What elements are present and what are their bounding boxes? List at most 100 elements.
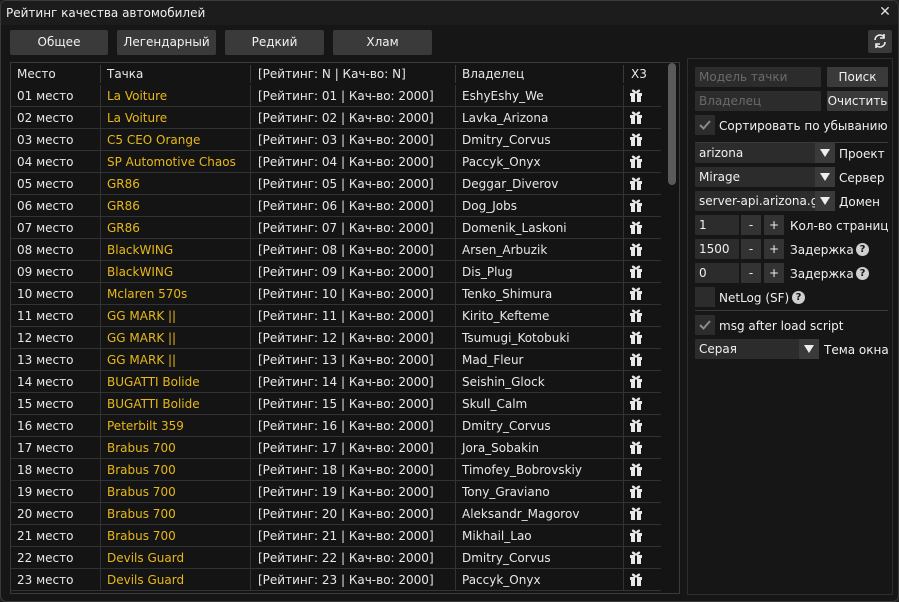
sort-desc-checkbox[interactable] — [695, 115, 715, 135]
table-row[interactable]: 07 место GR86 [Рейтинг: 07 | Кач-во: 2000]… — [11, 217, 661, 239]
gift-icon[interactable] — [628, 197, 646, 215]
car-model-input[interactable]: Модель тачки — [695, 67, 821, 87]
car-cell: BlackWING — [107, 243, 174, 257]
domain-select[interactable]: server-api.arizona.games — [695, 191, 821, 211]
gift-icon[interactable] — [628, 109, 646, 127]
gift-icon[interactable] — [628, 395, 646, 413]
close-icon[interactable]: ✕ — [878, 4, 892, 20]
gift-icon[interactable] — [628, 285, 646, 303]
gift-icon[interactable] — [628, 439, 646, 457]
theme-dropdown[interactable] — [799, 339, 819, 359]
delay2-plus-button[interactable]: + — [764, 263, 784, 283]
delay1-minus-button[interactable]: - — [741, 239, 761, 259]
owner-input[interactable]: Владелец — [695, 91, 821, 111]
server-dropdown[interactable] — [815, 167, 835, 187]
domain-dropdown[interactable] — [815, 191, 835, 211]
table-row[interactable]: 12 место GG MARK || [Рейтинг: 12 | Кач-во:… — [11, 327, 661, 349]
rating-cell: [Рейтинг: 07 | Кач-во: 2000] — [258, 221, 434, 235]
tab-legendary[interactable]: Легендарный — [117, 30, 216, 55]
table-scrollbar[interactable] — [668, 63, 676, 591]
table-row[interactable]: 23 место Devils Guard [Рейтинг: 23 | Кач-в… — [11, 569, 661, 591]
search-button[interactable]: Поиск — [827, 67, 888, 87]
gift-icon[interactable] — [628, 219, 646, 237]
place-cell: 21 место — [17, 529, 74, 543]
gift-icon[interactable] — [628, 505, 646, 523]
table-row[interactable]: 02 место La Voiture [Рейтинг: 02 | Кач-во:… — [11, 107, 661, 129]
pages-label: Кол-во страниц — [790, 219, 889, 233]
gift-icon[interactable] — [628, 241, 646, 259]
owner-cell: Timofey_Bobrovskiy — [462, 463, 582, 477]
netlog-checkbox[interactable] — [695, 287, 715, 307]
gift-icon[interactable] — [628, 329, 646, 347]
delay2-input[interactable]: 0 — [695, 263, 739, 283]
table-row[interactable]: 18 место Brabus 700 [Рейтинг: 18 | Кач-во:… — [11, 459, 661, 481]
msg-after-load-label: msg after load script — [719, 319, 844, 333]
gift-icon[interactable] — [628, 417, 646, 435]
table-row[interactable]: 01 место La Voiture [Рейтинг: 01 | Кач-во:… — [11, 85, 661, 107]
table-row[interactable]: 15 место BUGATTI Bolide [Рейтинг: 15 | Кач… — [11, 393, 661, 415]
table-row[interactable]: 08 место BlackWING [Рейтинг: 08 | Кач-во: … — [11, 239, 661, 261]
refresh-button[interactable] — [868, 30, 892, 53]
tab-junk[interactable]: Хлам — [333, 30, 432, 55]
table-row[interactable]: 16 место Peterbilt 359 [Рейтинг: 16 | Кач-… — [11, 415, 661, 437]
table-row[interactable]: 05 место GR86 [Рейтинг: 05 | Кач-во: 2000]… — [11, 173, 661, 195]
rating-cell: [Рейтинг: 01 | Кач-во: 2000] — [258, 89, 434, 103]
table-row[interactable]: 06 место GR86 [Рейтинг: 06 | Кач-во: 2000]… — [11, 195, 661, 217]
place-cell: 01 место — [17, 89, 74, 103]
table-row[interactable]: 17 место Brabus 700 [Рейтинг: 17 | Кач-во:… — [11, 437, 661, 459]
table-row[interactable]: 03 место C5 CEO Orange [Рейтинг: 03 | Кач-… — [11, 129, 661, 151]
theme-select[interactable]: Серая — [695, 339, 815, 359]
help-icon[interactable]: ? — [856, 267, 869, 280]
rating-cell: [Рейтинг: 09 | Кач-во: 2000] — [258, 265, 434, 279]
delay2-minus-button[interactable]: - — [741, 263, 761, 283]
header-x3: Х3 — [631, 67, 647, 81]
place-cell: 07 место — [17, 221, 74, 235]
gift-icon[interactable] — [628, 131, 646, 149]
tab-general[interactable]: Общее — [10, 30, 108, 55]
table-row[interactable]: 21 место Brabus 700 [Рейтинг: 21 | Кач-во:… — [11, 525, 661, 547]
table-row[interactable]: 20 место Brabus 700 [Рейтинг: 20 | Кач-во:… — [11, 503, 661, 525]
table-header: Место Тачка [Рейтинг: N | Кач-во: N] Вла… — [11, 63, 661, 85]
place-cell: 10 место — [17, 287, 74, 301]
server-select[interactable]: Mirage — [695, 167, 835, 187]
msg-after-load-checkbox[interactable] — [695, 315, 715, 335]
table-row[interactable]: 19 место Brabus 700 [Рейтинг: 19 | Кач-во:… — [11, 481, 661, 503]
help-icon[interactable]: ? — [856, 243, 869, 256]
table-row[interactable]: 11 место GG MARK || [Рейтинг: 11 | Кач-во:… — [11, 305, 661, 327]
gift-icon[interactable] — [628, 307, 646, 325]
gift-icon[interactable] — [628, 373, 646, 391]
delay1-input[interactable]: 1500 — [695, 239, 739, 259]
table-row[interactable]: 13 место GG MARK || [Рейтинг: 13 | Кач-во:… — [11, 349, 661, 371]
tab-rare[interactable]: Редкий — [225, 30, 324, 55]
gift-icon[interactable] — [628, 175, 646, 193]
table-row[interactable]: 22 место Devils Guard [Рейтинг: 22 | Кач-в… — [11, 547, 661, 569]
gift-icon[interactable] — [628, 527, 646, 545]
gift-icon[interactable] — [628, 153, 646, 171]
project-select[interactable]: arizona — [695, 143, 835, 163]
gift-icon[interactable] — [628, 571, 646, 589]
owner-cell: Dmitry_Corvus — [462, 133, 551, 147]
place-cell: 22 место — [17, 551, 74, 565]
triangle-down-icon — [820, 173, 830, 181]
place-cell: 17 место — [17, 441, 74, 455]
delay1-plus-button[interactable]: + — [764, 239, 784, 259]
header-owner: Владелец — [462, 67, 525, 81]
clear-button[interactable]: Очистить — [827, 91, 888, 111]
project-dropdown[interactable] — [815, 143, 835, 163]
help-icon[interactable]: ? — [792, 291, 805, 304]
gift-icon[interactable] — [628, 483, 646, 501]
pages-minus-button[interactable]: - — [741, 215, 761, 235]
gift-icon[interactable] — [628, 549, 646, 567]
table-row[interactable]: 09 место BlackWING [Рейтинг: 09 | Кач-во: … — [11, 261, 661, 283]
table-row[interactable]: 10 место Mclaren 570s [Рейтинг: 10 | Кач-в… — [11, 283, 661, 305]
pages-input[interactable]: 1 — [695, 215, 739, 235]
table-row[interactable]: 04 место SP Automotive Chaos [Рейтинг: 04 … — [11, 151, 661, 173]
scrollbar-thumb[interactable] — [668, 63, 676, 185]
owner-cell: Kirito_Kefteme — [462, 309, 550, 323]
gift-icon[interactable] — [628, 461, 646, 479]
gift-icon[interactable] — [628, 263, 646, 281]
pages-plus-button[interactable]: + — [764, 215, 784, 235]
gift-icon[interactable] — [628, 351, 646, 369]
table-row[interactable]: 14 место BUGATTI Bolide [Рейтинг: 14 | Кач… — [11, 371, 661, 393]
gift-icon[interactable] — [628, 87, 646, 105]
